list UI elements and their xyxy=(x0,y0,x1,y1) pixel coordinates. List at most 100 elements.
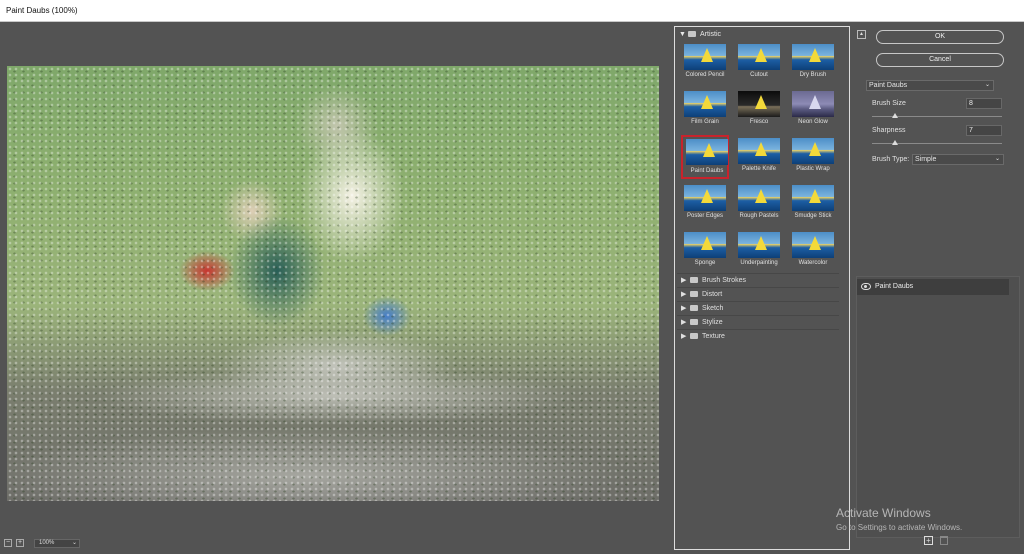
filter-gallery: ▼ Artistic Colored Pencil Cutout Dry Brus… xyxy=(674,26,850,550)
thumb-label: Palette Knife xyxy=(741,166,777,172)
expand-triangle-icon: ▼ xyxy=(679,31,686,38)
category-label: Stylize xyxy=(702,319,723,326)
thumb-label: Neon Glow xyxy=(798,119,828,125)
thumb-label: Poster Edges xyxy=(686,213,724,219)
category-label: Brush Strokes xyxy=(702,277,746,284)
watermark-subtitle: Go to Settings to activate Windows. xyxy=(836,523,963,532)
collapsed-triangle-icon: ▶ xyxy=(681,277,687,284)
folder-icon xyxy=(690,277,698,283)
folder-icon xyxy=(690,305,698,311)
chevron-down-icon: ⌄ xyxy=(71,540,77,546)
category-distort[interactable]: ▶ Distort xyxy=(677,287,839,301)
folder-icon xyxy=(690,291,698,297)
trash-icon[interactable] xyxy=(940,536,948,545)
brush-type-select[interactable]: Simple ⌄ xyxy=(912,154,1004,165)
thumb-label: Colored Pencil xyxy=(685,72,725,78)
effect-layer-name: Paint Daubs xyxy=(875,283,914,290)
activation-watermark: Activate Windows Go to Settings to activ… xyxy=(836,506,962,532)
thumb-colored-pencil[interactable]: Colored Pencil xyxy=(681,41,729,85)
thumbnail-image xyxy=(684,185,726,211)
collapsed-triangle-icon: ▶ xyxy=(681,291,687,298)
thumbnail-image xyxy=(686,139,728,165)
brush-type-label: Brush Type: xyxy=(872,156,910,163)
thumb-neon-glow[interactable]: Neon Glow xyxy=(789,88,837,132)
thumbnail-image xyxy=(738,44,780,70)
thumbnail-image xyxy=(792,232,834,258)
thumb-cutout[interactable]: Cutout xyxy=(735,41,783,85)
category-stylize[interactable]: ▶ Stylize xyxy=(677,315,839,329)
zoom-select[interactable]: 100% ⌄ xyxy=(34,539,80,548)
zoom-out-button[interactable]: − xyxy=(4,539,12,547)
thumb-label: Cutout xyxy=(750,72,768,78)
category-sketch[interactable]: ▶ Sketch xyxy=(677,301,839,315)
thumbnail-image xyxy=(684,91,726,117)
thumb-label: Plastic Wrap xyxy=(796,166,830,172)
collapsed-triangle-icon: ▶ xyxy=(681,319,687,326)
thumbnail-image xyxy=(738,91,780,117)
category-texture[interactable]: ▶ Texture xyxy=(677,329,839,343)
thumb-label: Dry Brush xyxy=(799,72,827,78)
zoom-value: 100% xyxy=(39,540,55,546)
category-list: ▶ Brush Strokes ▶ Distort ▶ Sketch ▶ Stylize… xyxy=(677,273,839,343)
thumb-film-grain[interactable]: Film Grain xyxy=(681,88,729,132)
thumb-plastic-wrap[interactable]: Plastic Wrap xyxy=(789,135,837,179)
sharpness-input[interactable]: 7 xyxy=(966,125,1002,136)
filter-select[interactable]: Paint Daubs ⌄ xyxy=(866,80,994,91)
thumb-label: Fresco xyxy=(749,119,769,125)
preview-area[interactable] xyxy=(0,23,672,554)
category-label: Distort xyxy=(702,291,723,298)
thumb-label: Film Grain xyxy=(691,119,719,125)
thumb-palette-knife[interactable]: Palette Knife xyxy=(735,135,783,179)
thumbnail-image xyxy=(684,44,726,70)
thumb-paint-daubs[interactable]: Paint Daubs xyxy=(681,135,729,179)
collapsed-triangle-icon: ▶ xyxy=(681,333,687,340)
thumb-sponge[interactable]: Sponge xyxy=(681,229,729,273)
category-label: Sketch xyxy=(702,305,724,312)
window-title: Paint Daubs (100%) xyxy=(6,6,78,15)
folder-icon xyxy=(690,319,698,325)
thumb-label: Watercolor xyxy=(798,260,828,266)
thumbnail-image xyxy=(792,91,834,117)
preview-image[interactable] xyxy=(7,66,659,501)
cancel-button[interactable]: Cancel xyxy=(876,53,1004,67)
chevron-down-icon: ⌄ xyxy=(984,82,990,88)
brush-type-value: Simple xyxy=(915,156,937,163)
sharpness-slider-handle[interactable] xyxy=(892,140,899,145)
thumbnail-image xyxy=(738,185,780,211)
zoom-bar: − + 100% ⌄ xyxy=(4,539,154,549)
thumbnail-image xyxy=(684,232,726,258)
category-label: Artistic xyxy=(700,31,721,38)
visibility-eye-icon[interactable] xyxy=(861,283,871,290)
effect-layers-panel: Paint Daubs xyxy=(856,276,1020,538)
thumb-underpainting[interactable]: Underpainting xyxy=(735,229,783,273)
thumb-fresco[interactable]: Fresco xyxy=(735,88,783,132)
title-bar: Paint Daubs (100%) xyxy=(0,0,1024,22)
category-label: Texture xyxy=(702,333,725,340)
zoom-in-button[interactable]: + xyxy=(16,539,24,547)
thumbnail-image xyxy=(792,138,834,164)
effect-layer[interactable]: Paint Daubs xyxy=(857,279,1009,295)
brush-size-input[interactable]: 8 xyxy=(966,98,1002,109)
thumbnail-image xyxy=(792,185,834,211)
folder-icon xyxy=(690,333,698,339)
sharpness-label: Sharpness xyxy=(872,127,906,134)
thumb-smudge-stick[interactable]: Smudge Stick xyxy=(789,182,837,226)
folder-icon xyxy=(688,31,696,37)
thumbnail-grid: Colored Pencil Cutout Dry Brush Film Gra… xyxy=(681,41,841,281)
category-brush-strokes[interactable]: ▶ Brush Strokes xyxy=(677,273,839,287)
thumb-label: Paint Daubs xyxy=(690,168,724,174)
thumb-rough-pastels[interactable]: Rough Pastels xyxy=(735,182,783,226)
collapsed-triangle-icon: ▶ xyxy=(681,305,687,312)
brush-size-slider-handle[interactable] xyxy=(892,113,899,118)
thumb-label: Smudge Stick xyxy=(794,213,832,219)
thumb-label: Underpainting xyxy=(740,260,778,266)
new-effect-layer-icon[interactable]: + xyxy=(924,536,933,545)
watermark-title: Activate Windows xyxy=(836,506,931,520)
thumbnail-image xyxy=(738,138,780,164)
brush-size-label: Brush Size xyxy=(872,100,906,107)
thumb-poster-edges[interactable]: Poster Edges xyxy=(681,182,729,226)
thumb-watercolor[interactable]: Watercolor xyxy=(789,229,837,273)
ok-button[interactable]: OK xyxy=(876,30,1004,44)
collapse-gallery-icon[interactable]: ▲ xyxy=(857,30,866,39)
thumb-dry-brush[interactable]: Dry Brush xyxy=(789,41,837,85)
